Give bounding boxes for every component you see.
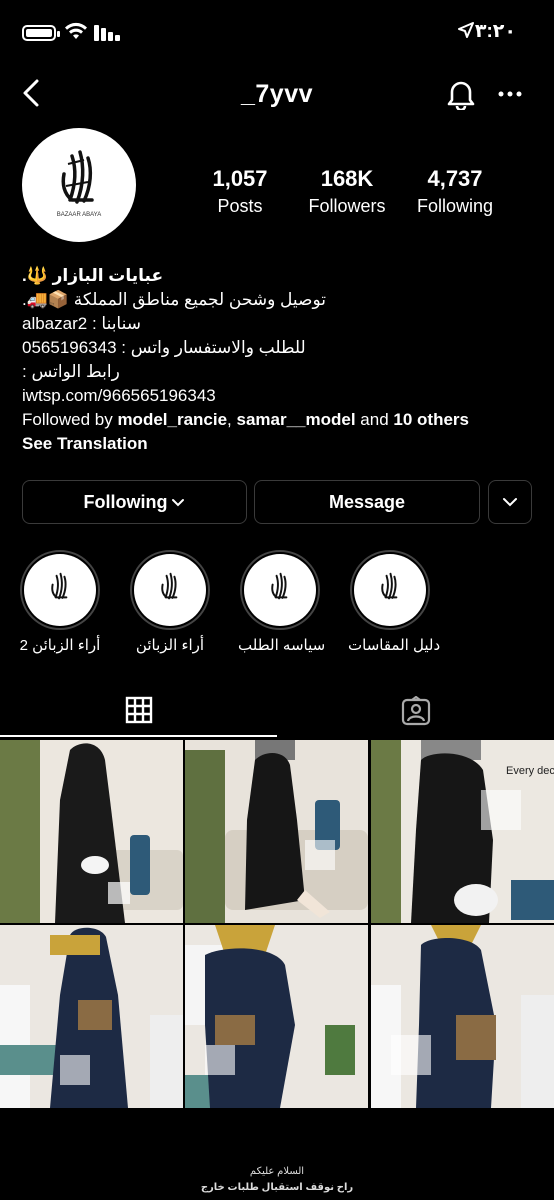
following-stat[interactable]: 4,737 Following — [405, 166, 505, 217]
followed-by-user[interactable]: samar__model — [237, 410, 356, 429]
chevron-down-icon — [503, 498, 517, 507]
message-button[interactable]: Message — [254, 480, 480, 524]
tagged-tab-icon[interactable] — [401, 696, 431, 726]
followed-by-separator: , — [227, 410, 237, 429]
cellular-signal-icon — [94, 25, 120, 41]
highlight-ring — [130, 550, 210, 630]
highlight-cover — [24, 554, 96, 626]
post-thumbnail[interactable]: Every deci — [371, 740, 554, 923]
brand-logo: BAZAAR ABAYA — [57, 150, 101, 218]
brand-logo — [271, 572, 288, 600]
brand-logo — [161, 572, 178, 600]
location-arrow-icon — [458, 22, 474, 38]
followers-label: Followers — [308, 196, 386, 216]
story-highlight[interactable]: دليل المقاسات — [348, 550, 441, 654]
story-highlight[interactable]: أراء الزبائن 2 — [18, 550, 102, 654]
followed-by-user[interactable]: model_rancie — [117, 410, 227, 429]
followed-by-line[interactable]: Followed by model_rancie, samar__model a… — [22, 408, 542, 432]
profile-bio: عبايات البازار 🔱. توصيل وشحن لجميع مناطق… — [22, 264, 542, 456]
highlight-ring — [20, 550, 100, 630]
profile-display-name: عبايات البازار 🔱. — [22, 266, 164, 285]
notification-bell-icon[interactable] — [446, 78, 476, 110]
posts-label: Posts — [217, 196, 263, 216]
highlight-label: أراء الزبائن 2 — [19, 637, 101, 654]
status-bar: ٣:٢٠ — [0, 0, 554, 62]
highlight-label: دليل المقاسات — [348, 637, 441, 654]
highlight-ring — [240, 550, 320, 630]
bio-whatsapp-line: للطلب والاستفسار واتس : 0565196343 — [22, 338, 306, 357]
highlight-cover — [134, 554, 206, 626]
post-text: Every deci — [506, 765, 554, 777]
followed-by-and: and — [355, 410, 394, 429]
bio-snapchat-line: سنابنا : albazar2 — [22, 314, 141, 333]
posts-stat: 1,057 Posts — [190, 166, 290, 217]
highlight-label: أراء الزبائن — [135, 637, 205, 654]
post-thumbnail[interactable] — [0, 925, 183, 1108]
following-count: 4,737 — [427, 166, 483, 191]
highlight-cover — [244, 554, 316, 626]
bio-link[interactable]: iwtsp.com/966565196343 — [22, 384, 542, 408]
post-image — [371, 925, 554, 1108]
highlight-label: سياسه الطلب — [238, 637, 326, 654]
battery-icon — [22, 25, 60, 41]
story-highlight[interactable]: أراء الزبائن — [128, 550, 212, 654]
post-image: Every deci — [371, 740, 554, 923]
posts-count: 1,057 — [212, 166, 268, 191]
bio-shipping-line: توصيل وشحن لجميع مناطق المملكة 📦🚚. — [22, 290, 326, 309]
highlight-cover — [354, 554, 426, 626]
following-button-label: Following — [83, 491, 168, 512]
following-button[interactable]: Following — [22, 480, 247, 524]
followed-by-prefix: Followed by — [22, 410, 118, 429]
bio-whatsapp-link-label: رابط الواتس : — [22, 362, 120, 381]
wifi-icon — [65, 22, 87, 39]
grid-tab-icon[interactable] — [125, 696, 153, 724]
suggested-accounts-button[interactable] — [488, 480, 532, 524]
followers-stat[interactable]: 168K Followers — [297, 166, 397, 217]
see-translation-link[interactable]: See Translation — [22, 432, 542, 456]
more-options-icon[interactable] — [498, 86, 522, 102]
post-image — [185, 925, 368, 1108]
highlight-ring — [350, 550, 430, 630]
post-image — [185, 740, 368, 923]
message-button-label: Message — [328, 491, 406, 512]
profile-avatar[interactable]: BAZAAR ABAYA — [22, 128, 136, 242]
post-thumbnail[interactable] — [0, 740, 183, 923]
post-thumbnail[interactable] — [185, 925, 368, 1108]
post-thumbnail[interactable] — [371, 925, 554, 1108]
story-highlight[interactable]: سياسه الطلب — [238, 550, 326, 654]
post-thumbnail[interactable] — [185, 740, 368, 923]
followed-by-others[interactable]: 10 others — [393, 410, 469, 429]
followers-count: 168K — [320, 166, 374, 191]
brand-logo-text: BAZAAR ABAYA — [57, 212, 101, 218]
brand-logo — [381, 572, 398, 600]
chevron-down-icon — [172, 499, 185, 507]
status-time: ٣:٢٠ — [474, 21, 516, 42]
brand-logo — [51, 572, 68, 600]
post-image — [0, 925, 183, 1108]
footer-notice: راح نوقف استقبال طلبات خارج — [200, 1182, 354, 1193]
post-image — [0, 740, 183, 923]
following-label: Following — [416, 196, 494, 216]
footer-greeting: السلام عليكم — [249, 1166, 305, 1177]
active-tab-indicator — [0, 735, 277, 737]
